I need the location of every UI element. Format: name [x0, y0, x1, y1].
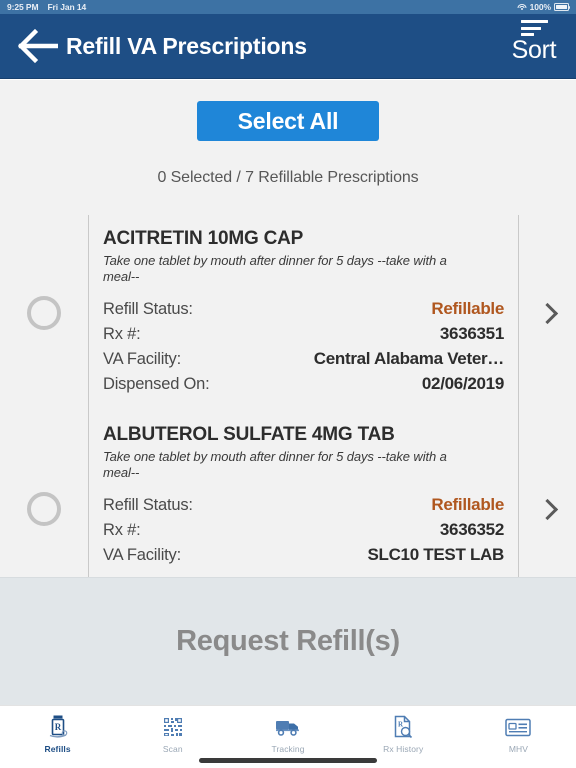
- status-date: Fri Jan 14: [47, 2, 87, 12]
- prescription-name: ALBUTEROL SULFATE 4MG TAB: [103, 424, 395, 445]
- bottom-tab-bar: R Refills Scan Tracking R Rx History MHV: [0, 705, 576, 768]
- svg-text:R: R: [54, 722, 61, 732]
- checkbox-circle-icon: [27, 492, 61, 526]
- checkbox-circle-icon: [27, 296, 61, 330]
- refill-status-row: Refill Status: Refillable: [103, 299, 504, 319]
- status-time: 9:25 PM: [7, 2, 39, 12]
- prescription-detail-button[interactable]: [519, 215, 576, 411]
- rx-number-label: Rx #:: [103, 521, 141, 539]
- home-indicator: [199, 758, 377, 763]
- prescription-sig: Take one tablet by mouth after dinner fo…: [103, 253, 447, 284]
- rx-number-value: 3636351: [439, 324, 504, 343]
- rx-number-row: Rx #: 3636352: [103, 520, 504, 540]
- va-facility-row: VA Facility: SLC10 TEST LAB: [103, 545, 504, 565]
- prescription-name: ACITRETIN 10MG CAP: [103, 228, 304, 249]
- wifi-icon: [517, 3, 527, 11]
- pill-bottle-rx-icon: R: [47, 714, 69, 740]
- battery-percent-label: 100%: [529, 2, 551, 12]
- tab-label-scan: Scan: [162, 744, 183, 754]
- status-bar-left: 9:25 PM Fri Jan 14: [7, 2, 86, 12]
- tab-label-rx-history: Rx History: [383, 744, 424, 754]
- refill-status-value: Refillable: [431, 299, 504, 318]
- refill-status-label: Refill Status:: [103, 496, 193, 514]
- rx-number-value: 3636352: [439, 520, 504, 539]
- prescription-select-checkbox[interactable]: [0, 215, 88, 411]
- chevron-right-icon: [536, 498, 559, 520]
- tab-rx-history[interactable]: R Rx History: [346, 714, 461, 754]
- dispensed-on-value: 02/06/2019: [421, 374, 504, 393]
- prescription-list: ACITRETIN 10MG CAP Take one tablet by mo…: [0, 215, 576, 607]
- sort-lines-icon: [520, 20, 548, 36]
- nav-header: Refill VA Prescriptions Sort: [0, 14, 576, 79]
- tab-mhv[interactable]: MHV: [461, 714, 576, 754]
- battery-icon: [554, 3, 571, 11]
- status-bar-right: 100%: [517, 2, 571, 12]
- va-facility-label: VA Facility:: [103, 350, 181, 368]
- refill-status-label: Refill Status:: [103, 300, 193, 318]
- request-refills-label: Request Refill(s): [176, 625, 400, 657]
- va-facility-value: SLC10 TEST LAB: [367, 545, 504, 564]
- dispensed-on-row: Dispensed On: 02/06/2019: [103, 374, 504, 394]
- refill-status-value: Refillable: [431, 495, 504, 514]
- tab-label-mhv: MHV: [508, 744, 529, 754]
- select-all-row: Select All: [0, 80, 576, 141]
- sort-button-label: Sort: [511, 36, 557, 64]
- delivery-truck-icon: [275, 714, 301, 740]
- select-all-button[interactable]: Select All: [197, 101, 379, 141]
- selection-count-label: 0 Selected / 7 Refillable Prescriptions: [157, 169, 419, 186]
- back-button[interactable]: [12, 21, 64, 71]
- prescription-sig: Take one tablet by mouth after dinner fo…: [103, 449, 447, 480]
- chevron-right-icon: [536, 302, 559, 324]
- dispensed-on-label: Dispensed On:: [103, 375, 210, 393]
- sort-button[interactable]: Sort: [501, 20, 567, 64]
- page-title: Refill VA Prescriptions: [66, 32, 307, 59]
- va-facility-label: VA Facility:: [103, 546, 181, 564]
- request-refills-button[interactable]: Request Refill(s): [0, 577, 576, 705]
- prescription-card[interactable]: ACITRETIN 10MG CAP Take one tablet by mo…: [0, 215, 576, 411]
- rx-number-row: Rx #: 3636351: [103, 324, 504, 344]
- tab-refills[interactable]: R Refills: [0, 714, 115, 754]
- svg-text:R: R: [398, 721, 404, 729]
- va-facility-row: VA Facility: Central Alabama Veter…: [103, 349, 504, 369]
- id-card-icon: [505, 714, 532, 740]
- va-facility-value: Central Alabama Veter…: [313, 349, 505, 368]
- tab-tracking[interactable]: Tracking: [230, 714, 345, 754]
- qr-code-scan-icon: [162, 714, 184, 740]
- document-magnifier-icon: R: [393, 714, 413, 740]
- refill-status-row: Refill Status: Refillable: [103, 495, 504, 515]
- app-root: 9:25 PM Fri Jan 14 100% Refill VA Prescr…: [0, 0, 576, 768]
- back-arrow-icon: [18, 29, 58, 63]
- status-bar: 9:25 PM Fri Jan 14 100%: [0, 0, 576, 14]
- tab-scan[interactable]: Scan: [115, 714, 230, 754]
- tab-label-refills: Refills: [44, 744, 71, 754]
- prescription-details: ACITRETIN 10MG CAP Take one tablet by mo…: [88, 215, 519, 411]
- rx-number-label: Rx #:: [103, 325, 141, 343]
- tab-label-tracking: Tracking: [271, 744, 305, 754]
